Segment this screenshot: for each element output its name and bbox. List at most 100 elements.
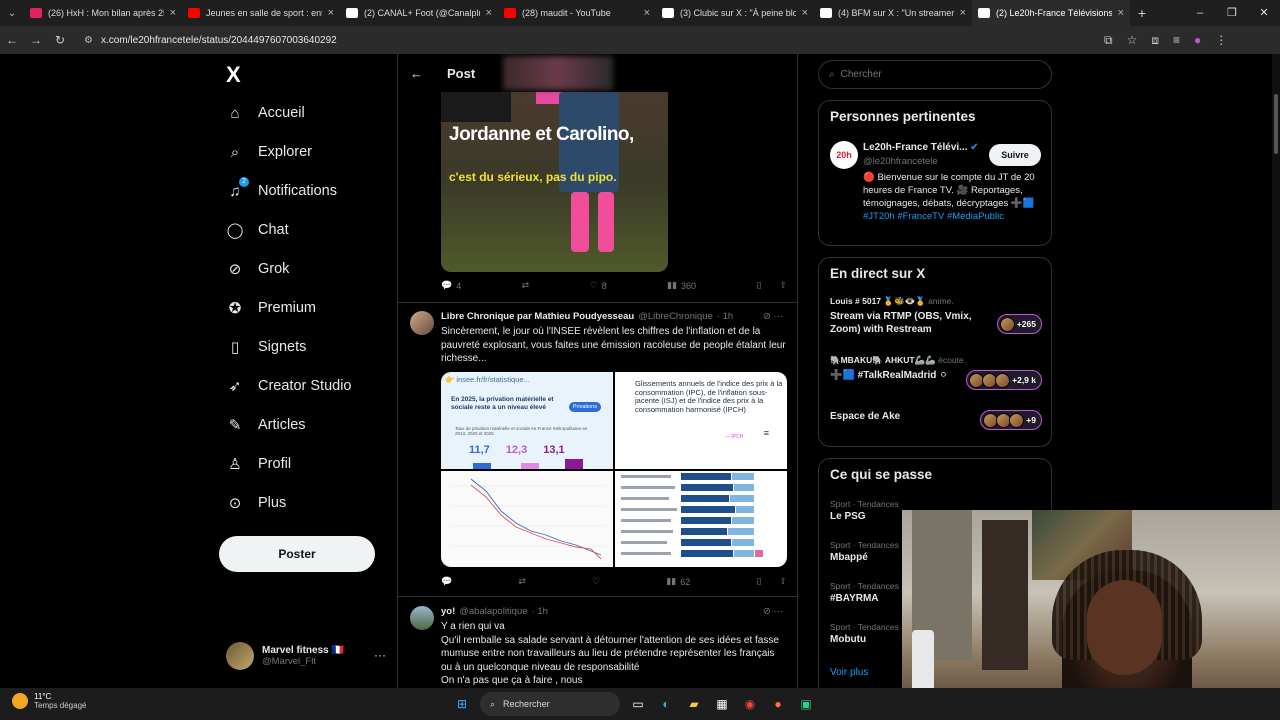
grok-and-more-icon[interactable]: ⊘ ··· bbox=[763, 606, 783, 617]
chrome-icon[interactable]: ◉ bbox=[740, 694, 760, 714]
author-name[interactable]: Libre Chronique par Mathieu Poudyesseau bbox=[441, 311, 634, 322]
like-button[interactable]: ♡ bbox=[592, 576, 600, 587]
grok-and-more-icon[interactable]: ⊘ ··· bbox=[763, 311, 783, 322]
hashtags[interactable]: #JT20h #FranceTV #MédiaPublic bbox=[863, 211, 1004, 222]
bookmark-button[interactable]: ▯ ⇧ bbox=[757, 280, 788, 291]
weather-widget[interactable]: 11°C Temps dégagé bbox=[12, 692, 86, 710]
post-image[interactable]: Jordanne et Carolino, c'est du sérieux, … bbox=[441, 92, 668, 272]
live-item[interactable]: 🐘MBAKU🐘 AHKUT🦾🦾 écoute. ➕🟦 #TalkRealMadr… bbox=[830, 355, 1042, 390]
star-icon[interactable]: ☆ bbox=[1127, 33, 1138, 48]
show-more-link[interactable]: Voir plus bbox=[830, 667, 868, 678]
back-icon[interactable]: ← bbox=[0, 33, 24, 47]
reload-icon[interactable]: ↻ bbox=[48, 33, 72, 47]
share-icon[interactable]: ⇧ bbox=[779, 576, 787, 587]
author-handle[interactable]: @abalapolitique bbox=[459, 606, 527, 617]
account-handle[interactable]: @le20hfrancetele bbox=[863, 156, 938, 167]
x-logo-icon[interactable]: X bbox=[226, 62, 241, 88]
follow-button[interactable]: Suivre bbox=[989, 144, 1041, 166]
sidebar-item-explorer[interactable]: ⌕ Explorer bbox=[226, 143, 312, 161]
sidebar-item-premium[interactable]: ✪ Premium bbox=[226, 299, 316, 317]
browser-tab[interactable]: (28) maudit - YouTube × bbox=[498, 0, 656, 26]
app-icon[interactable]: ▣ bbox=[796, 694, 816, 714]
live-item[interactable]: Louis # 5017 🏅🐝👁️🏅 anime. Stream via RTM… bbox=[830, 296, 1042, 336]
media-insee-card[interactable]: 👉 insee.fr/fr/statistique... En 2025, la… bbox=[441, 372, 613, 469]
close-icon[interactable]: × bbox=[802, 7, 808, 19]
trend-item[interactable]: Sport · Tendances #BAYRMA bbox=[830, 581, 899, 604]
close-icon[interactable]: × bbox=[1118, 7, 1124, 19]
site-info-icon[interactable]: ⚙ bbox=[84, 35, 93, 46]
windows-start-icon[interactable]: ⊞ bbox=[452, 694, 472, 714]
views-button[interactable]: ▮▮ 360 bbox=[667, 280, 696, 291]
browser-tab-active[interactable]: (2) Le20h-France Télévisions su× bbox=[972, 0, 1130, 26]
minimize-icon[interactable]: – bbox=[1184, 0, 1216, 26]
trend-item[interactable]: Sport · Tendances Mbappé bbox=[830, 540, 899, 563]
browser-tab[interactable]: (26) HxH : Mon bilan après 25 a × bbox=[24, 0, 182, 26]
avatar[interactable] bbox=[410, 606, 434, 630]
reply-button[interactable]: 💬 bbox=[441, 576, 452, 587]
trend-item[interactable]: Sport · Tendances Mobutu bbox=[830, 622, 899, 645]
close-icon[interactable]: × bbox=[960, 7, 966, 19]
close-window-icon[interactable]: ✕ bbox=[1248, 0, 1280, 26]
live-listeners-pill[interactable]: +2,9 k bbox=[966, 370, 1042, 390]
more-dots-icon[interactable]: ··· bbox=[374, 648, 386, 662]
maximize-icon[interactable]: ❐ bbox=[1216, 0, 1248, 26]
repost-button[interactable]: ⇄ bbox=[518, 576, 526, 587]
back-arrow-icon[interactable]: ← bbox=[410, 66, 423, 81]
profile-icon[interactable]: ● bbox=[1194, 33, 1201, 48]
new-tab-button[interactable]: + bbox=[1130, 5, 1154, 21]
repost-button[interactable]: ⇄ bbox=[522, 280, 530, 291]
firefox-icon[interactable]: ● bbox=[768, 694, 788, 714]
like-button[interactable]: ♡ 8 bbox=[590, 280, 607, 291]
extensions-icon[interactable]: ⧈ bbox=[1151, 33, 1159, 48]
account-name[interactable]: Le20h-France Télévi... ✔ bbox=[863, 142, 979, 153]
account-switcher[interactable]: Marvel fitness 🇫🇷 @Marvel_Flt ··· bbox=[226, 642, 396, 670]
avatar[interactable]: 20h bbox=[830, 141, 858, 169]
sidebar-item-signets[interactable]: ▯ Signets bbox=[226, 338, 307, 356]
live-item[interactable]: Espace de Ake +9 bbox=[830, 410, 1042, 430]
task-view-icon[interactable]: ▭ bbox=[628, 694, 648, 714]
sidebar-item-grok[interactable]: ⊘ Grok bbox=[226, 260, 290, 278]
avatar[interactable] bbox=[410, 311, 434, 335]
close-icon[interactable]: × bbox=[170, 7, 176, 19]
browser-tab[interactable]: (4) BFM sur X : "Un streamer an× bbox=[814, 0, 972, 26]
sidebar-item-notifications[interactable]: ♫ 2 Notifications bbox=[226, 177, 337, 200]
trend-item[interactable]: Sport · Tendances Le PSG bbox=[830, 499, 899, 522]
sidebar-item-articles[interactable]: ✎ Articles bbox=[226, 416, 306, 434]
post-button[interactable]: Poster bbox=[219, 536, 375, 572]
search-input[interactable]: ⌕ Chercher bbox=[818, 60, 1052, 89]
install-icon[interactable]: ⧉ bbox=[1104, 33, 1113, 48]
author-handle[interactable]: @LibreChronique bbox=[638, 311, 713, 322]
sidebar-item-profil[interactable]: ♙ Profil bbox=[226, 455, 291, 473]
media-bar-table[interactable] bbox=[615, 470, 787, 567]
share-icon[interactable]: ⇧ bbox=[779, 280, 787, 291]
address-bar[interactable]: ⚙ x.com/le20hfrancetele/status/204449760… bbox=[80, 29, 1090, 51]
sidebar-item-plus[interactable]: ⊙ Plus bbox=[226, 494, 287, 512]
taskbar-search[interactable]: ⌕ Rechercher bbox=[480, 692, 620, 716]
sidebar-item-chat[interactable]: ◯ Chat bbox=[226, 221, 289, 239]
media-ipc-chart[interactable]: Glissements annuels de l'indice des prix… bbox=[615, 372, 787, 469]
close-icon[interactable]: × bbox=[644, 7, 650, 19]
edge-icon[interactable]: ◐ bbox=[656, 694, 676, 714]
close-icon[interactable]: × bbox=[486, 7, 492, 19]
browser-tab[interactable]: (2) CANAL+ Foot (@Canalplus × bbox=[340, 0, 498, 26]
sidebar-item-accueil[interactable]: ⌂ Accueil bbox=[226, 104, 304, 122]
menu-icon[interactable]: ⋮ bbox=[1215, 33, 1227, 48]
media-line-chart[interactable] bbox=[441, 470, 613, 567]
live-listeners-pill[interactable]: +265 bbox=[996, 314, 1042, 334]
close-icon[interactable]: × bbox=[328, 7, 334, 19]
tab-list-dropdown[interactable]: ⌄ bbox=[0, 0, 24, 26]
reply-media-grid[interactable]: 👉 insee.fr/fr/statistique... En 2025, la… bbox=[441, 372, 787, 567]
bookmark-button[interactable]: ▯ ⇧ bbox=[756, 576, 787, 587]
browser-tab[interactable]: Jeunes en salle de sport : entre × bbox=[182, 0, 340, 26]
views-button[interactable]: ▮▮ 62 bbox=[666, 576, 690, 587]
live-listeners-pill[interactable]: +9 bbox=[980, 410, 1042, 430]
reply-button[interactable]: 💬 4 bbox=[441, 280, 461, 291]
scrollbar-thumb[interactable] bbox=[1274, 94, 1278, 154]
media-icon[interactable]: ≡ bbox=[1173, 33, 1180, 48]
sidebar-item-creator-studio[interactable]: ➶ Creator Studio bbox=[226, 377, 352, 395]
author-name[interactable]: yo! bbox=[441, 606, 455, 617]
browser-tab[interactable]: (3) Clubic sur X : "À peine bloq × bbox=[656, 0, 814, 26]
file-explorer-icon[interactable]: ▰ bbox=[684, 694, 704, 714]
store-icon[interactable]: ▦ bbox=[712, 694, 732, 714]
forward-icon[interactable]: → bbox=[24, 33, 48, 47]
